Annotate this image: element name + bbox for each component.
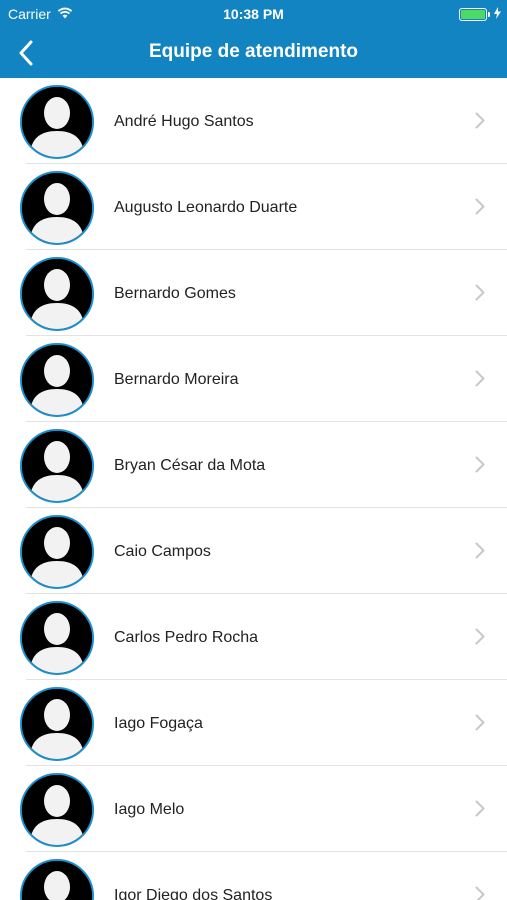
list-item[interactable]: Augusto Leonardo Duarte	[0, 164, 507, 250]
chevron-right-icon	[475, 284, 485, 306]
list-item-name: Augusto Leonardo Duarte	[114, 199, 298, 216]
person-silhouette-icon	[22, 603, 92, 673]
avatar	[20, 859, 94, 900]
list-item-name: Bryan César da Mota	[114, 457, 266, 474]
status-bar: Carrier 10:38 PM	[0, 0, 507, 28]
list-item[interactable]: Bernardo Gomes	[0, 250, 507, 336]
list-item-name: Iago Melo	[114, 801, 185, 818]
list-item-name: Bernardo Moreira	[114, 371, 239, 388]
chevron-right-icon	[475, 370, 485, 392]
avatar	[20, 429, 94, 503]
chevron-right-icon	[475, 198, 485, 220]
avatar	[20, 343, 94, 417]
person-silhouette-icon	[22, 173, 92, 243]
avatar	[20, 601, 94, 675]
person-silhouette-icon	[22, 345, 92, 415]
list-item[interactable]: Bernardo Moreira	[0, 336, 507, 422]
chevron-right-icon	[475, 628, 485, 650]
battery-icon	[459, 7, 487, 21]
avatar	[20, 773, 94, 847]
list-item-name: Caio Campos	[114, 543, 211, 560]
list-item[interactable]: Carlos Pedro Rocha	[0, 594, 507, 680]
chevron-right-icon	[475, 542, 485, 564]
avatar	[20, 687, 94, 761]
person-silhouette-icon	[22, 517, 92, 587]
chevron-right-icon	[475, 886, 485, 900]
list-item[interactable]: Igor Diego dos Santos	[0, 852, 507, 900]
avatar	[20, 171, 94, 245]
list-item[interactable]: Bryan César da Mota	[0, 422, 507, 508]
avatar	[20, 85, 94, 159]
list-item[interactable]: Iago Melo	[0, 766, 507, 852]
person-silhouette-icon	[22, 87, 92, 157]
avatar	[20, 515, 94, 589]
list-item[interactable]: Caio Campos	[0, 508, 507, 594]
status-right	[459, 6, 501, 22]
person-silhouette-icon	[22, 431, 92, 501]
chevron-right-icon	[475, 800, 485, 822]
list-item-name: Carlos Pedro Rocha	[114, 629, 259, 646]
avatar	[20, 257, 94, 331]
list-item[interactable]: André Hugo Santos	[0, 78, 507, 164]
status-time: 10:38 PM	[223, 6, 284, 22]
chevron-right-icon	[475, 714, 485, 736]
list-item-name: Igor Diego dos Santos	[114, 887, 273, 900]
page-title: Equipe de atendimento	[148, 41, 359, 62]
person-silhouette-icon	[22, 689, 92, 759]
chevron-right-icon	[475, 456, 485, 478]
team-list: André Hugo Santos Augusto Leonardo Duarte…	[0, 78, 507, 900]
list-item-name: Iago Fogaça	[114, 715, 203, 732]
bolt-icon	[494, 6, 501, 22]
person-silhouette-icon	[22, 259, 92, 329]
list-item-name: André Hugo Santos	[114, 113, 254, 130]
list-item-name: Bernardo Gomes	[114, 285, 236, 302]
list-item[interactable]: Iago Fogaça	[0, 680, 507, 766]
person-silhouette-icon	[22, 775, 92, 845]
navigation-bar: Equipe de atendimento	[0, 28, 507, 78]
chevron-right-icon	[475, 112, 485, 134]
person-silhouette-icon	[22, 861, 92, 900]
